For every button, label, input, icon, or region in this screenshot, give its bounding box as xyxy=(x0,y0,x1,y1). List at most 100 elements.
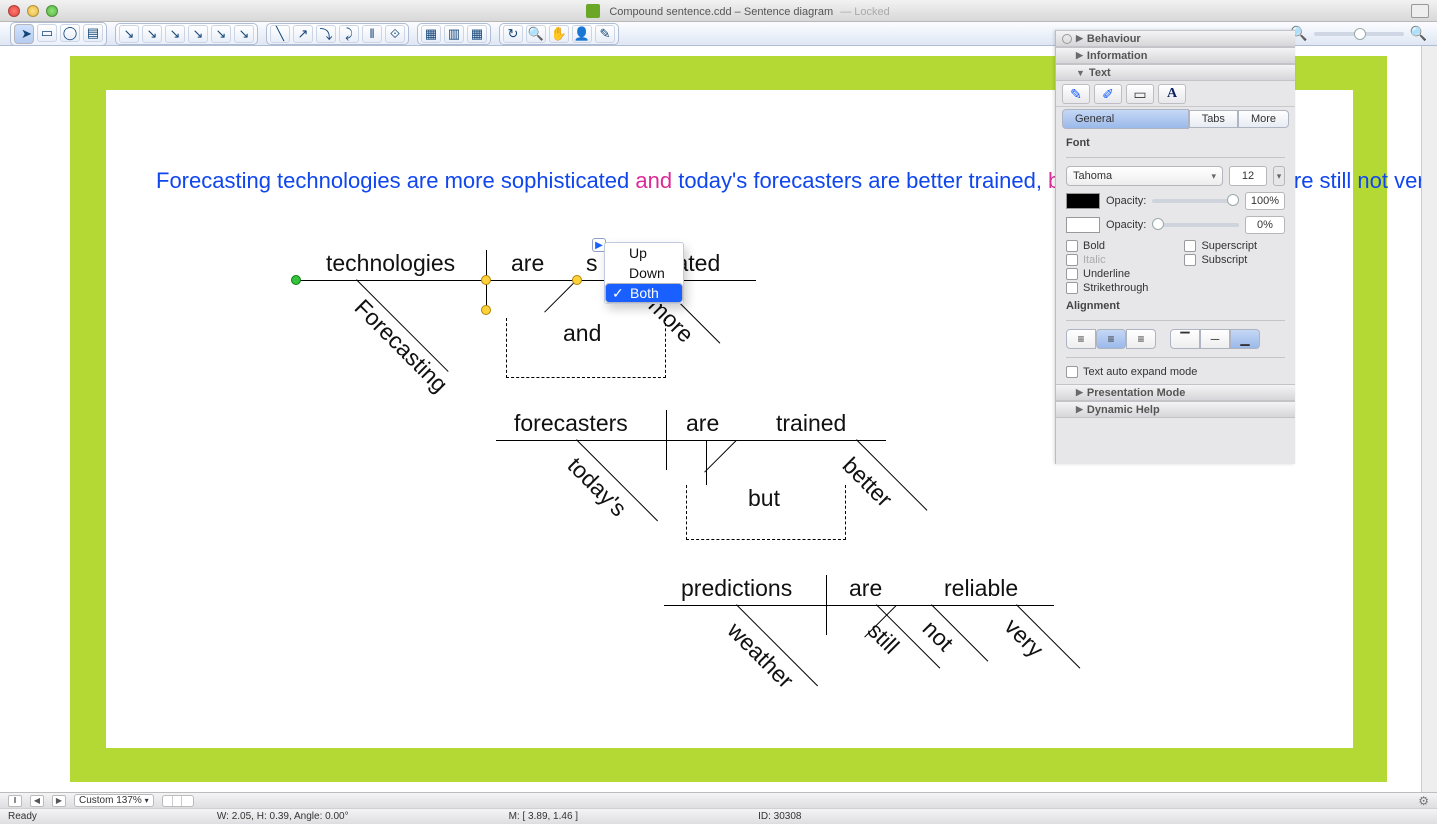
row3-subject: predictions xyxy=(681,575,792,602)
align-center[interactable]: ≡ xyxy=(1096,329,1126,349)
ellipse-tool[interactable]: ◯ xyxy=(60,24,80,42)
row3-verb: are xyxy=(849,575,882,602)
locked-label: — Locked xyxy=(840,6,890,18)
disclosure-icon: ▼ xyxy=(1076,68,1085,78)
chk-bold[interactable]: Bold xyxy=(1066,240,1148,252)
line-4[interactable]: ⤸ xyxy=(339,25,359,43)
align-right[interactable]: ≡ xyxy=(1126,329,1156,349)
zoom-window-button[interactable] xyxy=(46,5,58,17)
row2-conj: but xyxy=(748,485,780,512)
line-1[interactable]: ╲ xyxy=(270,25,290,43)
baseline-1 xyxy=(296,280,756,281)
panel-hdr-behaviour[interactable]: ▶ Behaviour xyxy=(1056,30,1295,47)
zoom-level[interactable]: Custom 137% ▾ xyxy=(74,794,154,807)
line-5[interactable]: ‖ xyxy=(362,25,382,43)
line-3[interactable]: ⤵ xyxy=(316,25,336,43)
align-1[interactable]: ▦ xyxy=(421,25,441,43)
font-body: Font Tahoma▾ 12 ▾ Opacity: 100% Opacity:… xyxy=(1056,131,1295,384)
row1-subject: technologies xyxy=(326,250,455,277)
row2-compmod: better xyxy=(837,452,898,513)
zoom-in-icon[interactable]: 🔍 xyxy=(1410,25,1427,42)
diag-comp-1 xyxy=(544,280,577,313)
text-opacity-value[interactable]: 100% xyxy=(1245,192,1285,210)
app-icon xyxy=(586,4,600,18)
minimize-window-button[interactable] xyxy=(27,5,39,17)
valign-bot[interactable]: ▁ xyxy=(1230,329,1260,349)
nav-prev[interactable]: ◀ xyxy=(30,795,44,807)
tab-general[interactable]: General xyxy=(1062,109,1189,129)
tab-more[interactable]: More xyxy=(1238,110,1289,128)
tool-group-select: ➤ ▭ ◯ ▤ xyxy=(10,22,107,46)
chk-auto-expand[interactable]: Text auto expand mode xyxy=(1066,366,1285,378)
text-color-swatch[interactable] xyxy=(1066,193,1100,209)
panel-hdr-presentation[interactable]: ▶ Presentation Mode xyxy=(1056,384,1295,401)
zoom-slider: 🔍 🔍 xyxy=(1290,25,1427,42)
pan-tool[interactable]: ✋ xyxy=(549,25,569,43)
popup-item-down[interactable]: Down xyxy=(605,263,683,283)
window-title: Compound sentence.cdd – Sentence diagram… xyxy=(65,4,1411,18)
font-size-stepper[interactable]: ▾ xyxy=(1273,166,1285,186)
tab-tabs[interactable]: Tabs xyxy=(1189,110,1238,128)
row2-verb: are xyxy=(686,410,719,437)
rect-tool[interactable]: ▭ xyxy=(37,24,57,42)
nav-next[interactable]: ▶ xyxy=(52,795,66,807)
panel-hdr-text[interactable]: ▼ Text xyxy=(1056,64,1295,81)
panel-hdr-dynhelp[interactable]: ▶ Dynamic Help xyxy=(1056,401,1295,418)
handle-mid-low[interactable] xyxy=(479,303,493,317)
zoom-track[interactable] xyxy=(1314,32,1404,36)
edit-tool[interactable]: ✎ xyxy=(595,25,615,43)
chk-strike[interactable]: Strikethrough xyxy=(1066,282,1148,294)
connector-6[interactable]: ↘ xyxy=(234,25,254,43)
chk-super[interactable]: Superscript xyxy=(1184,240,1257,252)
text-tool[interactable]: ▤ xyxy=(83,24,103,42)
line-2[interactable]: ↗ xyxy=(293,25,313,43)
status-bar-info: Ready W: 2.05, H: 0.39, Angle: 0.00° M: … xyxy=(0,808,1437,824)
text-tabs: General Tabs More xyxy=(1056,107,1295,131)
font-mode[interactable]: A xyxy=(1158,84,1186,104)
handle-mid[interactable] xyxy=(479,273,493,287)
back-color-swatch[interactable] xyxy=(1066,217,1100,233)
fullscreen-button[interactable] xyxy=(1411,4,1429,18)
fill-mode[interactable]: ▭ xyxy=(1126,84,1154,104)
chk-sub[interactable]: Subscript xyxy=(1184,254,1257,266)
font-size-field[interactable]: 12 xyxy=(1229,166,1267,186)
chk-underline[interactable]: Underline xyxy=(1066,268,1148,280)
doc-subtitle: Sentence diagram xyxy=(744,6,833,18)
diag-comp-2 xyxy=(704,440,737,473)
pointer-tool[interactable]: ➤ xyxy=(14,24,34,44)
back-opacity-value[interactable]: 0% xyxy=(1245,216,1285,234)
zoom-tool[interactable]: 🔍 xyxy=(526,25,546,43)
text-opacity-slider[interactable] xyxy=(1152,199,1239,203)
disclosure-icon: ▶ xyxy=(1076,387,1083,398)
align-2[interactable]: ▥ xyxy=(444,25,464,43)
page-selector[interactable] xyxy=(162,795,194,807)
nav-first[interactable]: ‖ xyxy=(8,795,22,807)
connector-4[interactable]: ↘ xyxy=(188,25,208,43)
refresh-tool[interactable]: ↻ xyxy=(503,25,523,43)
zoom-thumb[interactable] xyxy=(1354,28,1366,40)
valign-top[interactable]: ▔ xyxy=(1170,329,1200,349)
gear-icon[interactable]: ⚙ xyxy=(1418,794,1429,808)
font-family-select[interactable]: Tahoma▾ xyxy=(1066,166,1223,186)
close-window-button[interactable] xyxy=(8,5,20,17)
row3-comp: reliable xyxy=(944,575,1018,602)
vertical-scrollbar[interactable] xyxy=(1421,46,1437,792)
align-3[interactable]: ▦ xyxy=(467,25,487,43)
connector-2[interactable]: ↘ xyxy=(142,25,162,43)
tool-group-connectors: ↘ ↘ ↘ ↘ ↘ ↘ xyxy=(115,23,258,45)
align-left[interactable]: ≡ xyxy=(1066,329,1096,349)
popup-item-both[interactable]: Both xyxy=(605,283,683,303)
connector-5[interactable]: ↘ xyxy=(211,25,231,43)
connector-3[interactable]: ↘ xyxy=(165,25,185,43)
valign-mid[interactable]: ─ xyxy=(1200,329,1230,349)
highlight-mode[interactable]: ✐ xyxy=(1094,84,1122,104)
handle-start[interactable] xyxy=(291,275,301,285)
pen-mode[interactable]: ✎ xyxy=(1062,84,1090,104)
baseline-2 xyxy=(496,440,886,441)
popup-item-up[interactable]: Up xyxy=(605,243,683,263)
panel-hdr-information[interactable]: ▶ Information xyxy=(1056,47,1295,64)
line-6[interactable]: ⟐ xyxy=(385,25,405,43)
back-opacity-slider[interactable] xyxy=(1152,223,1239,227)
connector-1[interactable]: ↘ xyxy=(119,25,139,43)
user-tool[interactable]: 👤 xyxy=(572,25,592,43)
